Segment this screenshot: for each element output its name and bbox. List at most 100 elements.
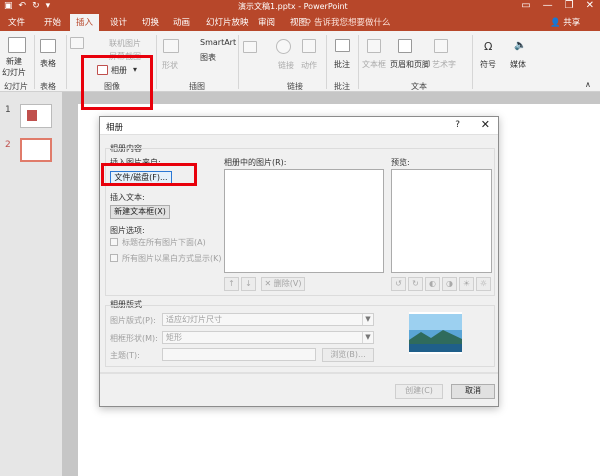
minimize-icon[interactable]: — [543, 0, 553, 11]
frame-shape-select[interactable]: 矩形 ▼ [162, 331, 374, 344]
share-button[interactable]: 👤 共享 [550, 16, 580, 28]
links-group-label: 链接 [287, 82, 303, 91]
caption-below-checkbox[interactable] [110, 238, 118, 246]
shapes-button[interactable]: 形状 [162, 60, 178, 71]
brightness-up-icon[interactable]: ☀ [459, 277, 474, 291]
ribbon-display-icon[interactable]: ▭ [521, 0, 530, 11]
restore-icon[interactable]: ❐ [565, 0, 574, 11]
theme-label: 主题(T): [110, 351, 140, 360]
tell-me-search[interactable]: ⚲ 告诉我您想要做什么 [305, 16, 390, 28]
smartart-button[interactable]: SmartArt [200, 38, 236, 47]
wordart-icon[interactable] [434, 39, 448, 53]
close-window-icon[interactable]: ✕ [586, 0, 594, 11]
picture-layout-select[interactable]: 适应幻灯片尺寸 ▼ [162, 313, 374, 326]
collapse-ribbon-icon[interactable]: ∧ [585, 80, 591, 89]
chart-button[interactable]: 图表 [200, 52, 216, 63]
save-icon[interactable]: ▣ [4, 1, 13, 11]
tab-design[interactable]: 设计 [110, 16, 127, 28]
close-icon[interactable]: ✕ [481, 118, 490, 131]
symbol-icon[interactable]: Ω [484, 40, 492, 53]
contrast-down-icon[interactable]: ◑ [442, 277, 457, 291]
new-slide-icon[interactable] [8, 37, 26, 53]
table-button[interactable]: 表格 [40, 58, 56, 69]
chevron-down-icon: ▼ [362, 332, 373, 343]
tab-review[interactable]: 审阅 [258, 16, 275, 28]
addins-icon[interactable] [243, 41, 257, 53]
ribbon-separator [156, 35, 157, 89]
new-slide-label[interactable]: 新建 [6, 56, 22, 67]
header-footer-icon[interactable] [398, 39, 412, 53]
link-button[interactable]: 链接 [278, 60, 294, 71]
link-icon[interactable] [276, 39, 291, 54]
rotate-left-icon[interactable]: ↺ [391, 277, 406, 291]
action-button[interactable]: 动作 [301, 60, 317, 71]
picture-options-label: 图片选项: [110, 226, 145, 235]
textbox-icon[interactable] [367, 39, 381, 53]
photo-album-button[interactable]: 相册 [111, 65, 127, 76]
media-button[interactable]: 媒体 [510, 59, 526, 70]
action-icon[interactable] [302, 39, 316, 53]
symbol-button[interactable]: 符号 [480, 59, 496, 70]
customize-qat-icon[interactable]: ▾ [46, 1, 51, 11]
wordart-button[interactable]: 艺术字 [432, 59, 456, 70]
comment-button[interactable]: 批注 [334, 59, 350, 70]
delete-button[interactable]: ✕ 删除(V) [261, 277, 305, 291]
slide-number: 2 [5, 140, 11, 150]
preview-label: 预览: [391, 158, 410, 167]
window-controls: ▭ — ❐ ✕ [521, 0, 594, 11]
dialog-footer-divider [100, 372, 498, 374]
redo-icon[interactable]: ↻ [32, 1, 40, 11]
tab-slideshow[interactable]: 幻灯片放映 [206, 16, 249, 28]
shapes-icon[interactable] [163, 39, 179, 53]
images-group-label: 图像 [104, 82, 120, 91]
brightness-down-icon[interactable]: ☼ [476, 277, 491, 291]
create-button[interactable]: 创建(C) [395, 384, 443, 399]
contrast-up-icon[interactable]: ◐ [425, 277, 440, 291]
screenshot-button[interactable]: 屏幕截图 [109, 51, 141, 62]
rotate-right-icon[interactable]: ↻ [408, 277, 423, 291]
layout-preview-image [409, 312, 462, 354]
document-title: 演示文稿1.pptx - PowerPoint [238, 2, 348, 11]
chevron-down-icon[interactable]: ▾ [133, 65, 137, 74]
browse-button[interactable]: 浏览(B)... [322, 348, 374, 362]
comment-icon[interactable] [335, 39, 350, 52]
slides-group-label: 幻灯片 [4, 82, 28, 91]
tab-transitions[interactable]: 切换 [142, 16, 159, 28]
preview-box [391, 169, 492, 273]
slide-number: 1 [5, 105, 11, 115]
header-footer-button[interactable]: 页眉和页脚 [390, 59, 430, 70]
tell-me-label: 告诉我您想要做什么 [313, 18, 391, 28]
title-bar: ▣ ↶ ↻ ▾ 演示文稿1.pptx - PowerPoint ▭ — ❐ ✕ [0, 0, 600, 14]
theme-input[interactable] [162, 348, 316, 361]
text-group-label: 文本 [411, 82, 427, 91]
tab-animations[interactable]: 动画 [173, 16, 190, 28]
ribbon-separator [34, 35, 35, 89]
slide-thumbnail-selected[interactable] [20, 138, 52, 162]
pictures-icon[interactable] [70, 37, 84, 49]
speaker-icon[interactable]: 🔈 [514, 40, 526, 51]
cancel-button[interactable]: 取消 [451, 384, 495, 399]
delete-label: 删除(V) [273, 279, 302, 288]
photo-album-icon[interactable] [97, 65, 108, 75]
dialog-title-bar: 相册 ? ✕ [100, 117, 498, 135]
file-disk-button[interactable]: 文件/磁盘(F)... [110, 171, 172, 185]
tab-insert[interactable]: 插入 [70, 14, 100, 31]
pictures-listbox[interactable] [224, 169, 384, 273]
dialog-title: 相册 [106, 123, 124, 133]
tab-file[interactable]: 文件 [8, 16, 25, 28]
all-bw-label: 所有图片以黑白方式显示(K) [122, 254, 222, 263]
all-bw-checkbox[interactable] [110, 254, 118, 262]
new-slide-label2[interactable]: 幻灯片 [2, 67, 26, 78]
table-icon[interactable] [40, 39, 56, 53]
comments-group-label: 批注 [334, 82, 350, 91]
new-textbox-button[interactable]: 新建文本框(X) [110, 205, 170, 219]
online-pictures-button[interactable]: 联机图片 [109, 38, 141, 49]
help-icon[interactable]: ? [455, 120, 460, 130]
move-down-icon[interactable]: ↓ [241, 277, 256, 291]
undo-icon[interactable]: ↶ [19, 1, 27, 11]
move-up-icon[interactable]: ↑ [224, 277, 239, 291]
textbox-button[interactable]: 文本框 [362, 59, 386, 70]
slide-thumbnail[interactable] [20, 104, 52, 128]
illustrations-group-label: 插图 [189, 82, 205, 91]
tab-home[interactable]: 开始 [44, 16, 61, 28]
